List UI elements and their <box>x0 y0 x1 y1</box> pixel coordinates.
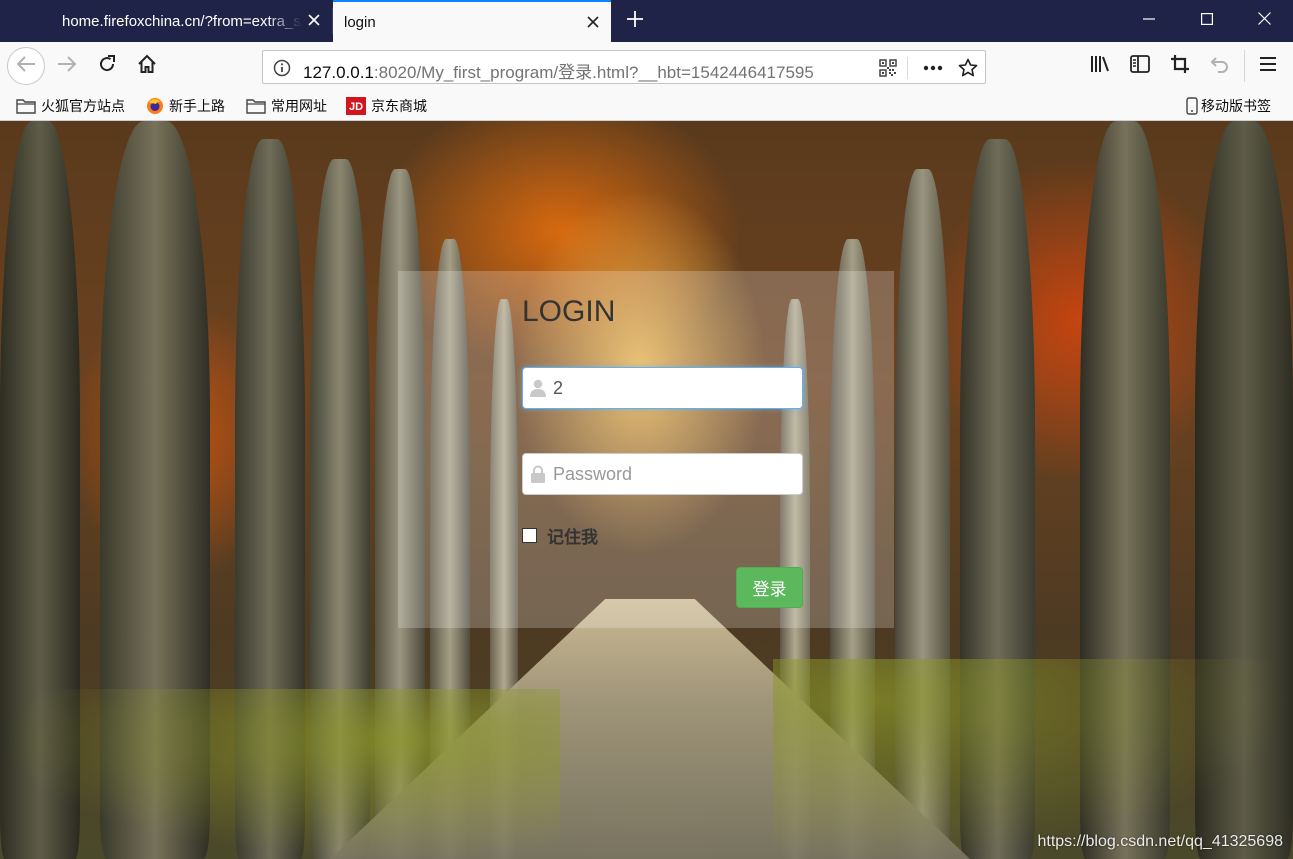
new-tab-button[interactable] <box>620 6 650 36</box>
toolbar-separator <box>1244 50 1245 82</box>
home-button[interactable] <box>130 49 164 83</box>
close-icon <box>1257 12 1271 30</box>
bookmarks-bar: 火狐官方站点 新手上路 常用网址 JD 京东商城 移动版书签 <box>0 90 1293 121</box>
close-icon[interactable] <box>583 12 603 32</box>
bookmark-label: 火狐官方站点 <box>41 98 125 114</box>
tab-title: login <box>344 13 376 31</box>
library-icon <box>1089 54 1111 79</box>
minimize-icon <box>1143 12 1155 30</box>
back-button[interactable] <box>7 47 45 85</box>
forward-icon <box>57 55 77 78</box>
url-path: :8020/My_first_program/登录.html?__hbt=154… <box>373 63 814 82</box>
tab-home-firefoxchina[interactable]: home.firefoxchina.cn/?from=extra_start <box>50 0 332 42</box>
home-icon <box>137 54 157 79</box>
bookmark-firefox-official[interactable]: 火狐官方站点 <box>16 95 125 117</box>
close-icon[interactable] <box>304 10 324 30</box>
window-close-button[interactable] <box>1235 0 1293 42</box>
remember-me[interactable]: 记住我 <box>522 523 598 548</box>
maximize-button[interactable] <box>1178 0 1236 42</box>
url-divider <box>907 57 908 79</box>
screenshot-button[interactable] <box>1163 49 1197 83</box>
sidebar-icon <box>1130 54 1150 78</box>
svg-text:JD: JD <box>349 101 363 113</box>
username-input[interactable] <box>553 368 798 408</box>
page-content: LOGIN 记住我 登录 https://blog.csdn.net/qq_41… <box>0 121 1293 859</box>
library-button[interactable] <box>1083 49 1117 83</box>
reload-button[interactable] <box>90 49 124 83</box>
login-title: LOGIN <box>522 295 616 328</box>
password-input[interactable] <box>553 454 798 494</box>
url-bar[interactable]: 127.0.0.1:8020/My_first_program/登录.html?… <box>262 50 986 84</box>
undo-icon <box>1210 55 1230 78</box>
remember-checkbox[interactable] <box>522 528 537 543</box>
minimize-button[interactable] <box>1120 0 1178 42</box>
bookmark-label: 移动版书签 <box>1201 98 1271 114</box>
folder-icon <box>16 98 36 114</box>
screenshot-icon <box>1170 54 1190 79</box>
navigation-toolbar: 127.0.0.1:8020/My_first_program/登录.html?… <box>0 42 1293 90</box>
tab-title: home.firefoxchina.cn/?from=extra_start <box>62 12 302 30</box>
folder-icon <box>246 98 266 114</box>
back-icon <box>16 55 36 78</box>
maximize-icon <box>1201 12 1214 30</box>
tab-login[interactable]: login <box>333 0 611 42</box>
mobile-icon <box>1186 97 1198 115</box>
username-field[interactable] <box>522 367 803 409</box>
login-panel: LOGIN 记住我 登录 <box>398 271 894 628</box>
watermark: https://blog.csdn.net/qq_41325698 <box>1037 833 1283 850</box>
url-host: 127.0.0.1 <box>303 63 374 82</box>
bookmark-getting-started[interactable]: 新手上路 <box>146 95 225 117</box>
forward-button[interactable] <box>50 49 84 83</box>
bookmark-mobile[interactable]: 移动版书签 <box>1186 95 1271 117</box>
bookmark-jd-mall[interactable]: JD 京东商城 <box>346 95 427 117</box>
remember-label: 记住我 <box>547 528 598 547</box>
tab-bar: home.firefoxchina.cn/?from=extra_start l… <box>0 0 1293 42</box>
bookmark-star-icon[interactable] <box>957 57 979 79</box>
login-button[interactable]: 登录 <box>736 567 803 608</box>
more-icon[interactable] <box>922 57 944 79</box>
bookmark-common-sites[interactable]: 常用网址 <box>246 95 327 117</box>
user-icon <box>529 378 547 398</box>
bookmark-label: 新手上路 <box>169 98 225 114</box>
lock-icon <box>529 464 547 484</box>
bookmark-label: 京东商城 <box>371 98 427 114</box>
reload-icon <box>97 54 117 79</box>
menu-icon <box>1259 56 1277 77</box>
sidebar-button[interactable] <box>1123 49 1157 83</box>
qr-code-icon[interactable] <box>877 57 899 79</box>
firefox-icon <box>146 97 164 115</box>
jd-icon: JD <box>346 97 366 115</box>
menu-button[interactable] <box>1251 49 1285 83</box>
url-text[interactable]: 127.0.0.1:8020/My_first_program/登录.html?… <box>303 58 863 83</box>
plus-icon <box>626 10 644 33</box>
undo-button[interactable] <box>1203 49 1237 83</box>
bookmark-label: 常用网址 <box>271 98 327 114</box>
info-icon[interactable] <box>272 58 292 78</box>
password-field[interactable] <box>522 453 803 495</box>
